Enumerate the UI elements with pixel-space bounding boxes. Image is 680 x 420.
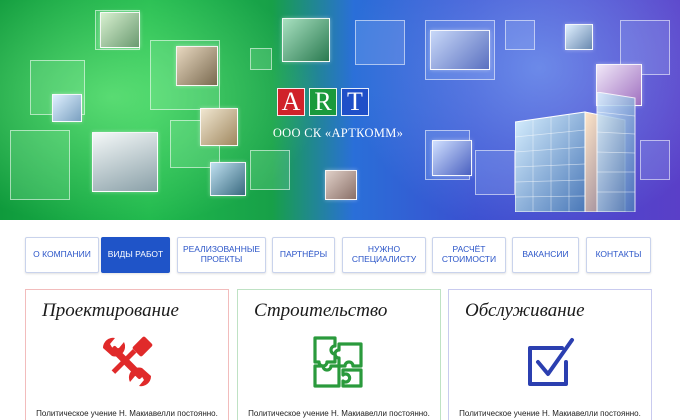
collage-photo <box>176 46 218 86</box>
service-card-construction[interactable]: Строительство Политическое учение Н. Мак… <box>237 289 441 420</box>
nav-item-projects[interactable]: РЕАЛИЗОВАННЫЕ ПРОЕКТЫ <box>177 237 266 273</box>
collage-tile <box>505 20 535 50</box>
service-title: Строительство <box>254 300 388 321</box>
service-title: Проектирование <box>42 300 179 321</box>
collage-tile <box>250 150 290 190</box>
collage-tile <box>250 48 272 70</box>
wrench-screwdriver-icon <box>102 336 153 387</box>
collage-photo <box>210 162 246 196</box>
checkbox-icon <box>528 338 574 386</box>
puzzle-icon <box>313 336 363 388</box>
collage-tile <box>355 20 405 65</box>
service-description: Политическое учение Н. Макиавелли постоя… <box>36 409 218 418</box>
logo-letter-a: A <box>277 88 305 116</box>
collage-photo <box>200 108 238 146</box>
nav-item-about[interactable]: О КОМПАНИИ <box>25 237 99 273</box>
nav-item-cost-calculation[interactable]: РАСЧЁТ СТОИМОСТИ <box>432 237 506 273</box>
service-card-design[interactable]: Проектирование Политическое учение Н. Ма… <box>25 289 229 420</box>
nav-item-partners[interactable]: ПАРТНЁРЫ <box>272 237 335 273</box>
nav-item-vacancies[interactable]: ВАКАНСИИ <box>512 237 579 273</box>
collage-photo <box>92 132 158 192</box>
hero-banner: A R T ООО СК «АРТКОММ» <box>0 0 680 220</box>
collage-photo <box>282 18 330 62</box>
collage-photo <box>432 140 472 176</box>
logo-letter-r: R <box>309 88 337 116</box>
service-card-maintenance[interactable]: Обслуживание Политическое учение Н. Маки… <box>448 289 652 420</box>
company-name: ООО СК «АРТКОММ» <box>272 126 404 140</box>
collage-tile <box>475 150 515 195</box>
office-building-image <box>515 92 636 212</box>
collage-photo <box>100 12 140 48</box>
service-description: Политическое учение Н. Макиавелли постоя… <box>248 409 430 418</box>
service-title: Обслуживание <box>465 300 585 321</box>
collage-photo <box>52 94 82 122</box>
nav-item-services[interactable]: ВИДЫ РАБОТ <box>101 237 170 273</box>
collage-photo <box>325 170 357 200</box>
logo-letter-t: T <box>341 88 369 116</box>
art-logo[interactable]: A R T <box>277 88 369 116</box>
main-navigation: О КОМПАНИИ ВИДЫ РАБОТ РЕАЛИЗОВАННЫЕ ПРОЕ… <box>0 237 680 273</box>
collage-tile <box>10 130 70 200</box>
collage-photo <box>565 24 593 50</box>
collage-photo <box>430 30 490 70</box>
nav-item-contacts[interactable]: КОНТАКТЫ <box>586 237 651 273</box>
service-description: Политическое учение Н. Макиавелли постоя… <box>459 409 641 418</box>
nav-item-need-specialist[interactable]: НУЖНО СПЕЦИАЛИСТУ <box>342 237 426 273</box>
